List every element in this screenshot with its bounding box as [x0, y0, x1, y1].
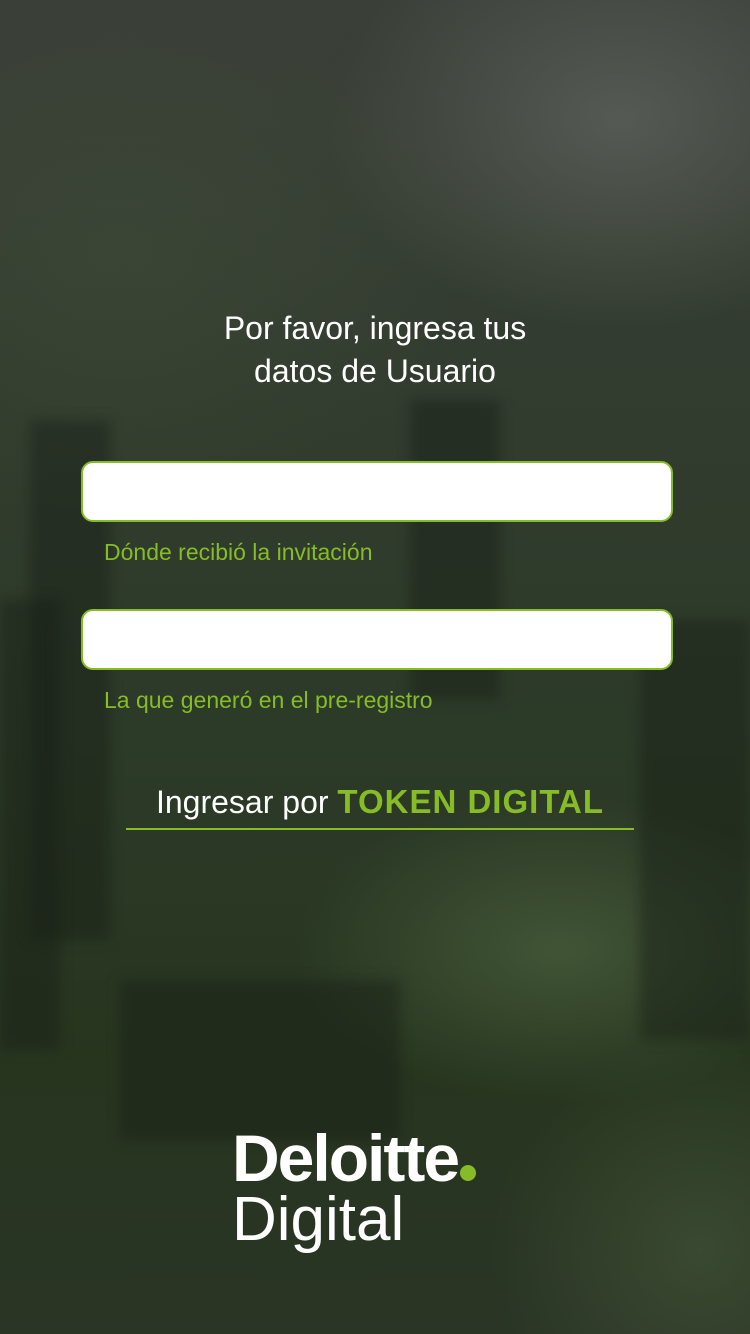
login-screen: Por favor, ingresa tus datos de Usuario … — [0, 0, 750, 1334]
logo-brand-name: Deloitte — [232, 1121, 460, 1195]
token-link-emphasis: TOKEN DIGITAL — [337, 783, 605, 820]
green-dot-icon — [460, 1165, 477, 1181]
token-digital-link[interactable]: Ingresar por TOKEN DIGITAL — [126, 780, 634, 830]
page-title-line-2: datos de Usuario — [254, 353, 496, 389]
password-input[interactable] — [81, 609, 673, 670]
page-title-line-1: Por favor, ingresa tus — [223, 310, 527, 346]
logo-brand-sub: Digital — [232, 1185, 405, 1254]
username-hint: Dónde recibió la invitación — [104, 539, 373, 565]
deloitte-digital-logo: Deloitte Digital — [232, 1122, 532, 1262]
password-hint: La que generó en el pre-registro — [104, 687, 433, 713]
token-link-prefix: Ingresar por — [155, 784, 338, 820]
username-input[interactable] — [81, 461, 673, 522]
